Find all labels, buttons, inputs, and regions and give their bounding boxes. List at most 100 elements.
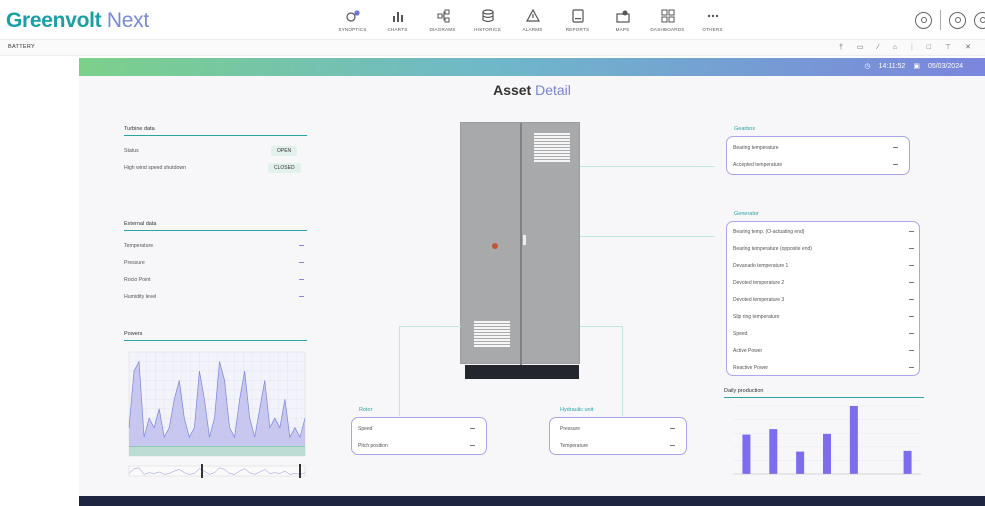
rotor-row-value <box>470 428 475 430</box>
external-data-title: External data <box>124 221 307 231</box>
rotor-row-label: Speed <box>358 426 373 432</box>
hydraulic-row-label: Temperature <box>560 443 589 449</box>
external-row-label: Temperature <box>124 243 154 249</box>
pin-icon[interactable]: † <box>839 44 843 51</box>
search-icon[interactable] <box>915 11 932 29</box>
current-date: 05/03/2024 <box>927 62 963 70</box>
cabinet-door-divider <box>520 123 522 365</box>
nav-synoptics[interactable]: SYNOPTICS <box>330 8 375 40</box>
cabinet-base <box>465 365 579 379</box>
filter-icon[interactable]: ⊤ <box>945 43 951 51</box>
connector-line <box>399 326 400 416</box>
brand-prefix: Greenvolt <box>6 9 102 32</box>
generator-row-label: Reactive Power <box>733 365 769 371</box>
expand-icon[interactable]: ✕ <box>965 43 971 51</box>
rotor-panel: Speed Pitch position <box>351 417 487 455</box>
nav-others[interactable]: OTHERS <box>690 8 735 40</box>
alarm-triangle-icon <box>525 9 540 22</box>
settings-icon[interactable] <box>949 11 966 29</box>
user-icon[interactable] <box>974 11 985 29</box>
window-icon[interactable]: ▭ <box>857 43 864 51</box>
daily-production-chart[interactable] <box>719 402 925 482</box>
breadcrumb: BATTERY <box>8 44 35 50</box>
top-bar: Greenvolt Next SYNOPTICS CHARTS DIAGRAMS… <box>0 0 985 40</box>
connector-line <box>580 236 715 237</box>
series-area <box>129 446 305 456</box>
generator-row-value <box>909 299 914 301</box>
door-handle <box>523 235 526 245</box>
brand-suffix: Next <box>106 9 149 32</box>
nav-alarms[interactable]: ALARMS <box>510 8 555 40</box>
generator-row-label: Devoted temperature 3 <box>733 297 785 303</box>
bottom-bar <box>79 496 985 506</box>
status-badge: CLOSED <box>268 163 301 173</box>
external-row-label: Rocio Point <box>124 277 151 283</box>
bar <box>796 451 805 474</box>
bar <box>849 406 858 474</box>
hydraulic-row-label: Pressure <box>560 426 581 432</box>
datetime: ◷ 14:11:52 ▣ 05/03/2024 <box>864 62 963 71</box>
gearbox-row-value <box>893 164 898 166</box>
toolbar: † ▭ ∕ ⌂ | □ ⊤ ✕ <box>839 43 971 52</box>
dashboard-icon <box>661 9 674 23</box>
bar <box>769 429 778 474</box>
external-row-value <box>299 296 304 298</box>
turbine-row-label: Status <box>124 148 139 154</box>
generator-row-label: Devanado temperature 1 <box>733 263 789 269</box>
gearbox-row-value <box>893 147 898 149</box>
rotor-row-label: Pitch position <box>358 443 388 449</box>
generator-row-value <box>909 231 914 233</box>
hydraulic-row-value <box>670 445 675 447</box>
external-row-label: Pressure <box>124 260 145 266</box>
nav-diagrams[interactable]: DIAGRAMS <box>420 8 465 40</box>
gearbox-row-label: Accepted temperature <box>733 162 783 168</box>
turbine-data-title: Turbine data <box>124 126 307 136</box>
generator-row-value <box>909 248 914 250</box>
generator-title: Generator <box>734 211 759 217</box>
database-icon <box>481 9 494 23</box>
screen-icon[interactable]: □ <box>927 44 931 51</box>
divider: | <box>910 43 913 51</box>
navigator-handle <box>299 464 301 478</box>
edit-icon[interactable]: ∕ <box>878 44 879 51</box>
bar <box>903 450 912 474</box>
connector-line <box>580 326 622 327</box>
page-title: Asset Detail <box>493 82 571 98</box>
generator-row-value <box>909 350 914 352</box>
generator-row-label: Bearing temperature (opposite end) <box>733 246 812 252</box>
status-badge: OPEN <box>271 146 298 156</box>
more-dots-icon <box>707 14 718 18</box>
nav-reports[interactable]: REPORTS <box>555 8 600 40</box>
brand-logo[interactable]: Greenvolt Next <box>6 9 149 33</box>
current-time: 14:11:52 <box>878 62 906 70</box>
generator-row-label: Bearing temp. (O-actuating end) <box>733 229 805 235</box>
connector-line <box>580 166 715 167</box>
hydraulic-title: Hydraulic unit <box>560 407 594 413</box>
lock-icon[interactable]: ⌂ <box>893 44 897 51</box>
status-gradient-bar: ◷ 14:11:52 ▣ 05/03/2024 <box>79 58 985 76</box>
generator-row-label: Active Power <box>733 348 763 354</box>
nav-historics[interactable]: HISTORICS <box>465 8 510 40</box>
connector-line <box>399 326 461 327</box>
gearbox-title: Gearbox <box>734 126 756 132</box>
generator-row-label: Speed <box>733 331 748 337</box>
bottom-vent <box>474 321 510 348</box>
nav-charts[interactable]: CHARTS <box>375 8 420 40</box>
generator-row-value <box>909 265 914 267</box>
nav-dashboards[interactable]: DASHBOARDS <box>645 8 690 40</box>
navigator-handle <box>201 464 203 478</box>
generator-row-value <box>909 367 914 369</box>
bar <box>823 433 831 474</box>
generator-row-value <box>909 282 914 284</box>
generator-row-value <box>909 316 914 318</box>
sub-bar: BATTERY † ▭ ∕ ⌂ | □ ⊤ ✕ <box>0 40 985 56</box>
powers-chart[interactable] <box>121 348 309 482</box>
main-content: Asset Detail Turbine data Status OPEN Hi… <box>79 76 985 496</box>
navigator <box>128 465 306 477</box>
rotor-row-value <box>470 445 475 447</box>
charts-icon <box>392 12 403 22</box>
nav-maps[interactable]: MAPS <box>600 8 645 40</box>
door-knob <box>492 243 498 249</box>
gearbox-row-label: Bearing temperature <box>733 145 779 151</box>
external-row-value <box>299 279 304 281</box>
